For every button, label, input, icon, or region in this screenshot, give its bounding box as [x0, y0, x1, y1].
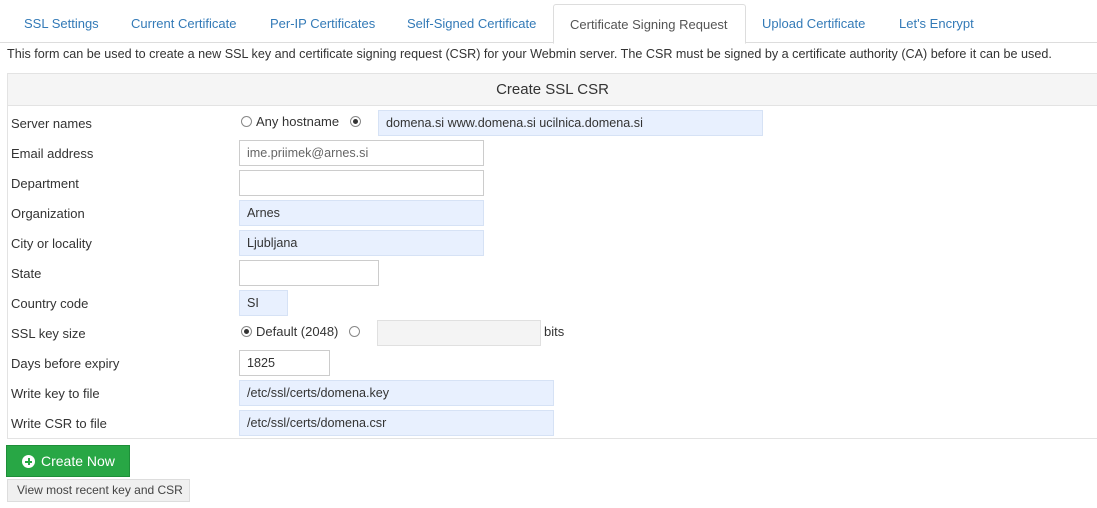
tab-current-certificate[interactable]: Current Certificate [115, 4, 252, 43]
server-names-label: Server names [11, 116, 92, 131]
intro-text: This form can be used to create a new SS… [7, 47, 1052, 61]
csr-file-input[interactable]: /etc/ssl/certs/domena.csr [239, 410, 554, 436]
state-label: State [11, 266, 42, 281]
tab-lets-encrypt[interactable]: Let's Encrypt [883, 4, 990, 43]
key-file-label: Write key to file [11, 386, 100, 401]
key-size-custom-radio[interactable] [349, 326, 360, 337]
country-code-label: Country code [11, 296, 89, 311]
organization-input[interactable]: Arnes [239, 200, 484, 226]
tab-certificate-signing-request[interactable]: Certificate Signing Request [553, 4, 746, 44]
server-names-input[interactable]: domena.si www.domena.si ucilnica.domena.… [378, 110, 763, 136]
key-size-input[interactable] [377, 320, 541, 346]
city-input[interactable]: Ljubljana [239, 230, 484, 256]
organization-label: Organization [11, 206, 85, 221]
tab-self-signed-certificate[interactable]: Self-Signed Certificate [391, 4, 552, 43]
csr-file-label: Write CSR to file [11, 416, 107, 431]
key-size-unit: bits [544, 324, 565, 339]
form-title: Create SSL CSR [8, 74, 1097, 106]
any-hostname-label: Any hostname [256, 114, 340, 129]
email-input[interactable]: ime.priimek@arnes.si [239, 140, 484, 166]
country-code-input[interactable]: SI [239, 290, 288, 316]
plus-circle-icon [22, 455, 35, 468]
any-hostname-radio[interactable] [241, 116, 252, 127]
email-label: Email address [11, 146, 94, 161]
tab-ssl-settings[interactable]: SSL Settings [8, 4, 115, 43]
department-input[interactable] [239, 170, 484, 196]
csr-form-panel: Create SSL CSR Server names Any hostname… [7, 73, 1097, 439]
custom-hostname-radio[interactable] [350, 116, 361, 127]
key-size-default-label: Default (2048) [256, 324, 339, 339]
tab-per-ip-certificates[interactable]: Per-IP Certificates [254, 4, 391, 43]
state-input[interactable] [239, 260, 379, 286]
days-input[interactable]: 1825 [239, 350, 330, 376]
tab-upload-certificate[interactable]: Upload Certificate [746, 4, 881, 43]
key-size-label: SSL key size [11, 326, 86, 341]
key-file-input[interactable]: /etc/ssl/certs/domena.key [239, 380, 554, 406]
view-recent-key-csr-button[interactable]: View most recent key and CSR [7, 479, 190, 502]
tab-bar: SSL Settings Current Certificate Per-IP … [0, 0, 1097, 44]
key-size-default-radio[interactable] [241, 326, 252, 337]
department-label: Department [11, 176, 79, 191]
city-label: City or locality [11, 236, 92, 251]
days-label: Days before expiry [11, 356, 120, 371]
create-now-button[interactable]: Create Now [6, 445, 130, 477]
create-now-label: Create Now [41, 453, 115, 469]
